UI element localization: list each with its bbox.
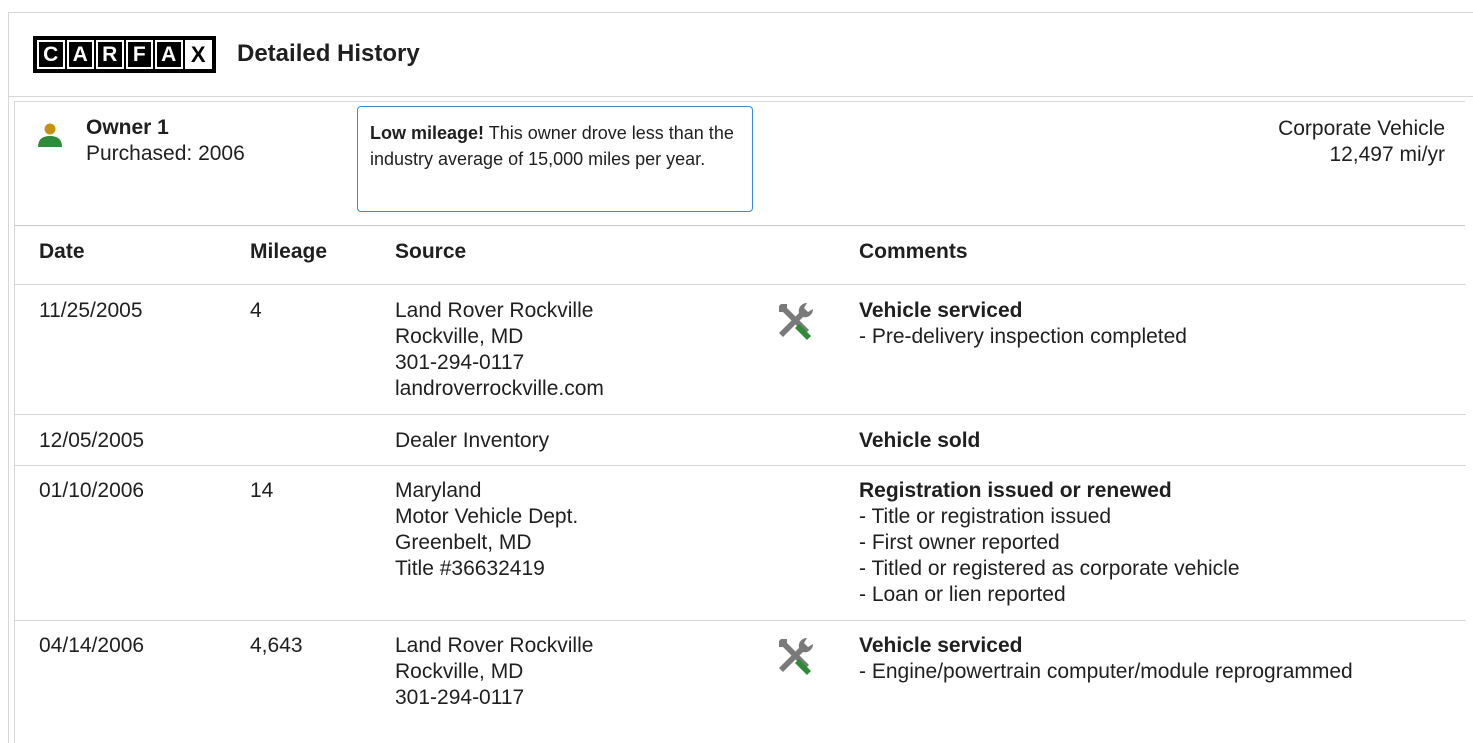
owner-name: Owner 1 [86, 116, 169, 139]
source-line: 301-294-0117 [395, 351, 525, 374]
logo-letter: A [66, 40, 94, 69]
source-line: 301-294-0117 [395, 686, 525, 709]
table-row: 12/05/2005 Dealer Inventory Vehicle sold [15, 415, 1466, 466]
table-row: 01/10/2006 14 Maryland Motor Vehicle Dep… [15, 466, 1466, 621]
column-header-comments: Comments [859, 240, 968, 263]
history-header: C A R F A X Detailed History [9, 13, 1473, 97]
page-title: Detailed History [237, 40, 420, 67]
column-header-date: Date [39, 240, 85, 263]
table-row: 11/25/2005 4 Land Rover Rockville Rockvi… [15, 285, 1466, 415]
row-date: 01/10/2006 [39, 479, 145, 502]
source-line: Greenbelt, MD [395, 531, 532, 554]
row-mileage: 4,643 [250, 634, 303, 657]
row-comments: Vehicle sold [859, 428, 980, 454]
service-tools-icon [779, 302, 814, 340]
owner-usage: Corporate Vehicle 12,497 mi/yr [1278, 116, 1445, 168]
logo-letter: A [155, 40, 183, 69]
row-date: 11/25/2005 [39, 299, 143, 322]
column-header-mileage: Mileage [250, 240, 328, 263]
logo-letter: F [125, 40, 153, 69]
low-mileage-callout: Low mileage! This owner drove less than … [357, 106, 753, 212]
comment-title: Vehicle serviced [859, 634, 1023, 657]
logo-letter: C [37, 40, 65, 69]
row-comments: Vehicle serviced - Pre-delivery inspecti… [859, 298, 1187, 350]
logo-letter: X [184, 40, 212, 69]
comment-title: Vehicle serviced [859, 299, 1023, 322]
source-line: Dealer Inventory [395, 429, 550, 452]
source-line: Maryland [395, 479, 482, 502]
row-date: 04/14/2006 [39, 634, 145, 657]
table-header-row: Date Mileage Source Comments [15, 226, 1466, 285]
source-line: Motor Vehicle Dept. [395, 505, 579, 528]
mileage-per-year: 12,497 mi/yr [1329, 143, 1445, 166]
carfax-logo: C A R F A X [33, 36, 216, 73]
source-line: Land Rover Rockville [395, 634, 594, 657]
vehicle-usage-type: Corporate Vehicle [1278, 117, 1445, 140]
comment-line: - Titled or registered as corporate vehi… [859, 557, 1240, 580]
source-line: Rockville, MD [395, 660, 524, 683]
comment-line: - Pre-delivery inspection completed [859, 325, 1187, 348]
comment-title: Registration issued or renewed [859, 479, 1172, 502]
source-line: Title #36632419 [395, 557, 545, 580]
source-line: Rockville, MD [395, 325, 524, 348]
row-mileage: 4 [250, 299, 262, 322]
row-source: Land Rover Rockville Rockville, MD 301-2… [395, 633, 593, 711]
comment-title: Vehicle sold [859, 429, 981, 452]
row-source: Dealer Inventory [395, 428, 549, 454]
owner-purchased-year: Purchased: 2006 [86, 142, 245, 165]
history-table: Date Mileage Source Comments 11/25/2005 … [14, 225, 1466, 743]
row-mileage: 14 [250, 479, 274, 502]
comment-line: - Engine/powertrain computer/module repr… [859, 660, 1353, 683]
row-comments: Vehicle serviced - Engine/powertrain com… [859, 633, 1353, 685]
column-header-source: Source [395, 240, 467, 263]
logo-letter: R [96, 40, 124, 69]
row-source: Land Rover Rockville Rockville, MD 301-2… [395, 298, 604, 402]
person-icon [38, 123, 62, 147]
row-date: 12/05/2005 [39, 429, 145, 452]
service-tools-icon [779, 637, 814, 675]
callout-heading: Low mileage! [370, 123, 485, 143]
comment-line: - Title or registration issued [859, 505, 1112, 528]
owner-summary: Owner 1 Purchased: 2006 Low mileage! Thi… [14, 101, 1465, 225]
comment-line: - First owner reported [859, 531, 1060, 554]
row-source: Maryland Motor Vehicle Dept. Greenbelt, … [395, 478, 578, 582]
row-comments: Registration issued or renewed - Title o… [859, 478, 1240, 608]
comment-line: - Loan or lien reported [859, 583, 1066, 606]
source-line: Land Rover Rockville [395, 299, 594, 322]
table-row: 04/14/2006 4,643 Land Rover Rockville Ro… [15, 621, 1466, 743]
source-line: landroverrockville.com [395, 377, 604, 400]
